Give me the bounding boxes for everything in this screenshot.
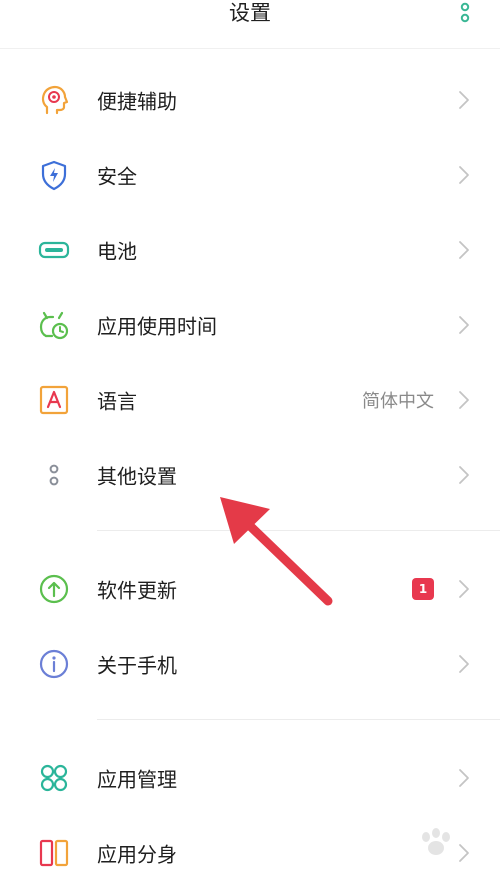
chevron-right-icon <box>459 390 469 409</box>
settings-screen: 设置 便捷辅助 安全 电池 应用使用时间 语言 简体中文 其他设置 软件更新 1… <box>0 0 500 879</box>
settings-item-label: 应用管理 <box>97 767 177 791</box>
settings-item-label: 应用分身 <box>97 842 177 866</box>
settings-item-other[interactable]: 其他设置 <box>0 437 500 512</box>
settings-item-label: 软件更新 <box>97 578 177 602</box>
settings-item-label: 其他设置 <box>97 464 177 488</box>
section-divider <box>97 530 500 531</box>
chevron-right-icon <box>459 654 469 673</box>
update-count-badge: 1 <box>412 577 434 600</box>
settings-item-label: 关于手机 <box>97 653 177 677</box>
settings-item-label: 便捷辅助 <box>97 89 177 113</box>
header-bar: 设置 <box>0 0 500 49</box>
chevron-right-icon <box>459 579 469 598</box>
section-divider <box>97 719 500 720</box>
assist-icon <box>41 85 69 114</box>
language-icon <box>39 385 69 414</box>
other-settings-icon <box>49 464 59 485</box>
settings-item-label: 语言 <box>97 389 137 413</box>
settings-item-label: 电池 <box>97 239 137 263</box>
battery-icon <box>38 241 70 258</box>
app-manage-icon <box>40 764 68 791</box>
language-value: 简体中文 <box>362 390 434 412</box>
settings-item-security[interactable]: 安全 <box>0 137 500 212</box>
settings-item-label: 安全 <box>97 164 137 188</box>
update-icon <box>39 574 69 603</box>
settings-item-language[interactable]: 语言 简体中文 <box>0 362 500 437</box>
chevron-right-icon <box>459 90 469 109</box>
chevron-right-icon <box>459 165 469 184</box>
page-title: 设置 <box>229 1 271 25</box>
settings-item-software-update[interactable]: 软件更新 1 <box>0 551 500 626</box>
watermark-logo <box>396 823 478 873</box>
chevron-right-icon <box>459 465 469 484</box>
settings-item-assist[interactable]: 便捷辅助 <box>0 62 500 137</box>
paw-icon <box>422 828 450 855</box>
settings-item-label: 应用使用时间 <box>97 314 217 338</box>
chevron-right-icon <box>459 315 469 334</box>
usage-time-icon <box>39 311 69 339</box>
shield-icon <box>41 160 67 190</box>
more-vertical-icon <box>460 2 470 23</box>
settings-item-usage-time[interactable]: 应用使用时间 <box>0 287 500 362</box>
chevron-right-icon <box>459 768 469 787</box>
settings-item-battery[interactable]: 电池 <box>0 212 500 287</box>
settings-item-app-management[interactable]: 应用管理 <box>0 740 500 815</box>
app-clone-icon <box>39 839 69 866</box>
chevron-right-icon <box>459 240 469 259</box>
settings-item-about-phone[interactable]: 关于手机 <box>0 626 500 701</box>
info-icon <box>39 649 69 678</box>
more-button[interactable] <box>458 2 472 26</box>
